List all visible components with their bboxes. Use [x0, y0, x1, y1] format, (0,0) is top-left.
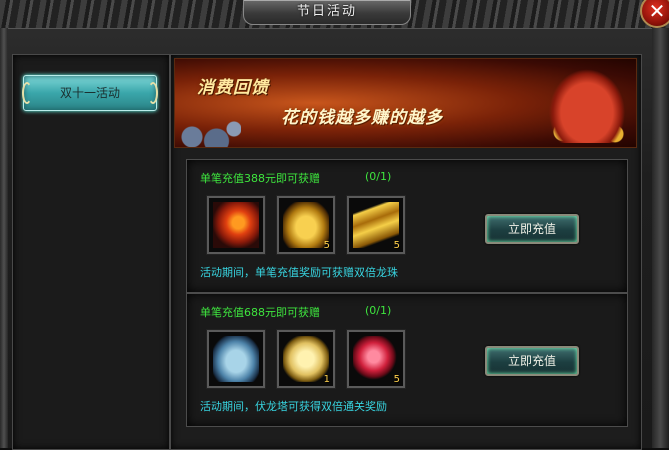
- reward-item-slot[interactable]: 1: [276, 329, 336, 389]
- item-quantity: 5: [393, 240, 400, 251]
- recharge-now-button[interactable]: 立即充值: [485, 214, 579, 244]
- gold-bars-icon: [353, 202, 399, 248]
- treasure-bag-icon: [547, 67, 627, 143]
- festival-activity-window: 节日活动 ✕ 双十一活动 消费回馈 花的钱越多赚的越多 单笔充值388元即可获赠…: [0, 0, 669, 450]
- armor-icon: [213, 336, 259, 382]
- gold-ore-icon: [283, 202, 329, 248]
- reward-progress: (0/1): [365, 304, 392, 317]
- banner-title: 消费回馈: [197, 78, 269, 98]
- banner-slogan: 花的钱越多赚的越多: [281, 108, 443, 128]
- reward-progress: (0/1): [365, 170, 392, 183]
- reward-item-slot[interactable]: 5: [346, 329, 406, 389]
- sidebar-item-label: 双十一活动: [59, 86, 120, 100]
- close-icon: ✕: [648, 0, 666, 23]
- item-quantity: 5: [393, 374, 400, 385]
- window-title: 节日活动: [296, 4, 357, 19]
- scroll-icon: [283, 336, 329, 382]
- reward-condition: 单笔充值688元即可获赠: [200, 306, 320, 319]
- promo-banner: 消费回馈 花的钱越多赚的越多: [174, 58, 637, 148]
- recharge-now-button[interactable]: 立即充值: [485, 346, 579, 376]
- tab-ornament-left-icon: [22, 82, 32, 104]
- item-quantity: 5: [323, 240, 330, 251]
- reward-note: 活动期间，伏龙塔可获得双倍通关奖励: [200, 400, 387, 413]
- window-frame-left: [0, 28, 8, 448]
- sidebar-item-double-eleven[interactable]: 双十一活动: [22, 75, 158, 111]
- reward-item-slot[interactable]: [206, 195, 266, 255]
- reward-item-slot[interactable]: 5: [346, 195, 406, 255]
- item-quantity: 1: [323, 374, 330, 385]
- red-gem-icon: [353, 336, 399, 382]
- fire-dragon-icon: [213, 202, 259, 248]
- window-title-tab: 节日活动: [243, 0, 411, 25]
- tab-ornament-right-icon: [148, 82, 158, 104]
- coins-pile-icon: [175, 113, 241, 147]
- window-frame-right: [652, 28, 669, 448]
- reward-tier-388: 单笔充值388元即可获赠 (0/1) 5 5 立即充值 活动期间，单笔充值奖励可…: [186, 159, 628, 293]
- activity-content: 消费回馈 花的钱越多赚的越多 单笔充值388元即可获赠 (0/1) 5 5 立即…: [170, 54, 642, 450]
- reward-note: 活动期间，单笔充值奖励可获赠双倍龙珠: [200, 266, 398, 279]
- reward-item-slot[interactable]: 5: [276, 195, 336, 255]
- reward-item-slot[interactable]: [206, 329, 266, 389]
- activity-sidebar: 双十一活动: [12, 54, 170, 450]
- reward-tier-688: 单笔充值688元即可获赠 (0/1) 1 5 立即充值 活动期间，伏龙塔可获得双…: [186, 293, 628, 427]
- reward-condition: 单笔充值388元即可获赠: [200, 172, 320, 185]
